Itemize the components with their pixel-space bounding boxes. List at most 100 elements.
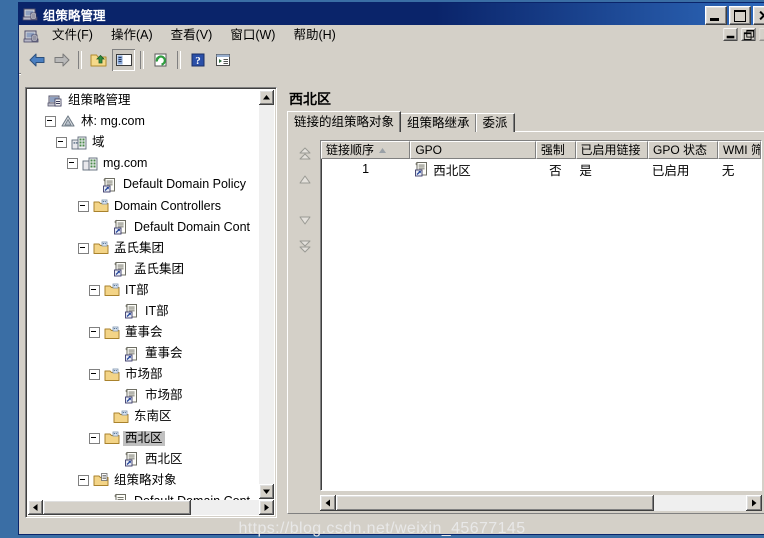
tree-node-label: 组策略管理 — [66, 93, 133, 108]
tree-node-label: 东南区 — [132, 409, 174, 424]
tree-collapse-toggle[interactable] — [89, 285, 100, 296]
mdi-close-button[interactable] — [759, 28, 764, 41]
list-horizontal-thumb[interactable] — [336, 495, 654, 511]
tree-collapse-toggle[interactable] — [89, 327, 100, 338]
tree-toggle-placeholder — [89, 180, 98, 189]
tab-gpo-inheritance[interactable]: 组策略继承 — [400, 113, 477, 132]
tree-node[interactable]: 组策略管理 — [28, 90, 274, 111]
mdi-restore-button[interactable] — [741, 28, 755, 41]
minimize-button[interactable] — [705, 6, 727, 25]
menu-view[interactable]: 查看(V) — [162, 26, 222, 45]
column-header[interactable]: 强制 — [536, 141, 576, 159]
tree-collapse-toggle[interactable] — [78, 243, 89, 254]
tree-node[interactable]: 市场部 — [28, 364, 274, 385]
console-tree[interactable]: 组策略管理林: mg.com 域mg.comDefault Domain Poli… — [28, 90, 274, 515]
tree-node[interactable]: IT部 — [28, 301, 274, 322]
tree-collapse-toggle[interactable] — [78, 475, 89, 486]
tree-collapse-toggle[interactable] — [89, 433, 100, 444]
maximize-button[interactable] — [729, 6, 751, 25]
tree-vertical-scrollbar[interactable] — [259, 90, 274, 499]
column-header[interactable]: GPO 状态 — [648, 141, 718, 159]
tree-node[interactable]: 孟氏集团 — [28, 238, 274, 259]
tree-node-label: 市场部 — [143, 388, 185, 403]
refresh-icon[interactable] — [149, 49, 172, 71]
tree-node[interactable]: 西北区 — [28, 428, 274, 449]
tab-linked-gpos[interactable]: 链接的组策略对象 — [287, 111, 401, 132]
close-button[interactable] — [753, 6, 764, 25]
column-header[interactable]: 已启用链接 — [576, 141, 648, 159]
move-link-to-bottom-button[interactable] — [295, 238, 315, 254]
tree-collapse-toggle[interactable] — [67, 158, 78, 169]
tree-horizontal-thumb[interactable] — [43, 500, 191, 515]
column-header[interactable]: GPO — [410, 141, 536, 159]
gpo-link-icon — [102, 177, 118, 193]
tree-node[interactable]: 董事会 — [28, 343, 274, 364]
tree-node[interactable]: Default Domain Policy — [28, 174, 274, 195]
tree-node-label: 组策略对象 — [112, 473, 179, 488]
linked-gpos-list[interactable]: 链接顺序GPO强制已启用链接GPO 状态WMI 筛 1西北区否是已启用无 — [320, 140, 762, 491]
ou-icon — [113, 409, 129, 425]
menu-action[interactable]: 操作(A) — [102, 26, 162, 45]
tree-collapse-toggle[interactable] — [89, 369, 100, 380]
column-header[interactable]: WMI 筛 — [718, 141, 761, 159]
tree-toggle-placeholder — [100, 223, 109, 232]
tree-node[interactable]: Domain Controllers — [28, 195, 274, 216]
tree-node[interactable]: 孟氏集团 — [28, 259, 274, 280]
menu-help[interactable]: 帮助(H) — [284, 26, 344, 45]
cell-link-enabled-text: 是 — [579, 160, 592, 179]
cell-enforced: 否 — [536, 160, 576, 179]
tree-node[interactable]: 董事会 — [28, 322, 274, 343]
tree-node-label: 林: mg.com — [79, 114, 147, 129]
tree-collapse-toggle[interactable] — [56, 137, 67, 148]
toolbar-separator — [140, 51, 144, 69]
cell-link-order: 1 — [321, 162, 410, 176]
tree-scroll-up-button[interactable] — [259, 90, 274, 105]
properties-icon[interactable] — [211, 49, 234, 71]
tree-node[interactable]: Default Domain Cont — [28, 217, 274, 238]
tree-node[interactable]: 西北区 — [28, 449, 274, 470]
tree-collapse-toggle[interactable] — [78, 201, 89, 212]
tree-node[interactable]: 东南区 — [28, 406, 274, 427]
tree-node[interactable]: 组策略对象 — [28, 470, 274, 491]
move-link-to-top-button[interactable] — [295, 146, 315, 162]
tree-node[interactable]: IT部 — [28, 280, 274, 301]
tree-scroll-down-button[interactable] — [259, 484, 274, 499]
mdi-minimize-button[interactable] — [723, 28, 737, 41]
list-horizontal-scrollbar[interactable] — [320, 495, 762, 511]
forward-icon[interactable] — [50, 49, 73, 71]
list-scroll-left-button[interactable] — [320, 495, 336, 511]
cell-link-order-text: 1 — [362, 162, 369, 176]
tree-vertical-track[interactable] — [259, 105, 274, 484]
tree-toggle-placeholder — [100, 412, 109, 421]
tree-node[interactable]: 域 — [28, 132, 274, 153]
tree-horizontal-scrollbar[interactable] — [28, 500, 274, 515]
menu-file[interactable]: 文件(F) — [43, 26, 102, 45]
tree-node-label: Default Domain Cont — [132, 220, 252, 235]
domain-icon — [82, 156, 98, 172]
show-hide-tree-icon[interactable] — [112, 49, 135, 71]
move-link-up-button[interactable] — [295, 172, 315, 188]
tree-collapse-toggle[interactable] — [45, 116, 56, 127]
tree-scroll-left-button[interactable] — [28, 500, 43, 515]
tree-node-label: IT部 — [123, 283, 151, 298]
cell-enforced-text: 否 — [549, 160, 562, 179]
back-icon[interactable] — [25, 49, 48, 71]
tree-scroll-right-button[interactable] — [259, 500, 274, 515]
cell-gpo-name-text: 西北区 — [433, 160, 471, 179]
tab-delegation[interactable]: 委派 — [476, 113, 515, 132]
list-scroll-right-button[interactable] — [746, 495, 762, 511]
gpmc-main-window: 组策略管理 文件(F) 操作(A) 查看(V) 窗口(W) 帮助(H) — [18, 2, 764, 535]
up-one-level-icon[interactable] — [87, 49, 110, 71]
table-row[interactable]: 1西北区否是已启用无 — [321, 159, 761, 179]
ou-icon — [93, 240, 109, 256]
move-link-down-button[interactable] — [295, 212, 315, 228]
column-header[interactable]: 链接顺序 — [321, 141, 410, 159]
ou-icon — [93, 198, 109, 214]
gpo-container-icon — [93, 472, 109, 488]
help-icon[interactable]: ? — [186, 49, 209, 71]
tree-node[interactable]: 林: mg.com — [28, 111, 274, 132]
tree-node[interactable]: mg.com — [28, 153, 274, 174]
menu-window[interactable]: 窗口(W) — [221, 26, 284, 45]
tree-node[interactable]: 市场部 — [28, 385, 274, 406]
window-controls — [705, 6, 764, 25]
